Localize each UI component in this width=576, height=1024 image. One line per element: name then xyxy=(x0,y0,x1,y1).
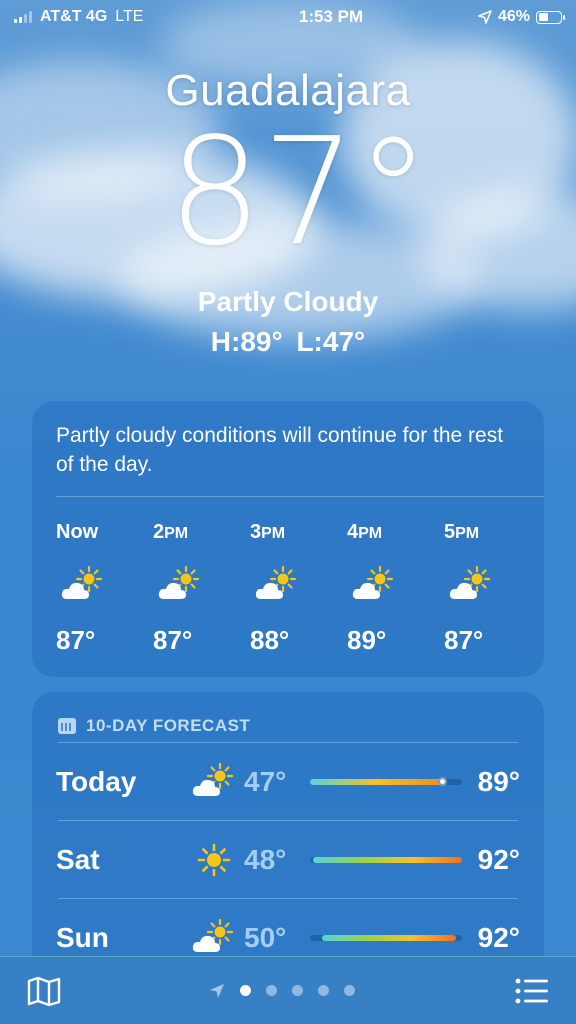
forecast-row[interactable]: Sat 48° 92° xyxy=(32,821,544,898)
divider xyxy=(56,496,544,497)
calendar-icon xyxy=(58,718,76,734)
bottom-toolbar xyxy=(0,956,576,1024)
page-dot[interactable] xyxy=(266,985,277,996)
partly-sunny-icon xyxy=(156,565,204,605)
hour-temperature: 89° xyxy=(347,625,387,655)
forecast-low: 50° xyxy=(244,921,287,953)
hour-time: Now xyxy=(56,521,99,543)
partly-sunny-icon xyxy=(190,762,238,802)
partly-sunny-icon xyxy=(350,565,398,605)
hour-time: 3 xyxy=(250,521,262,543)
conditions-summary: Partly cloudy conditions will continue f… xyxy=(56,424,504,476)
hour-label: 4PM xyxy=(347,521,382,545)
hour-item: 2PM 87° xyxy=(153,521,250,656)
hour-item: 4PM 89° xyxy=(347,521,444,656)
partly-sunny-icon xyxy=(253,565,301,605)
forecast-high: 89° xyxy=(477,765,520,797)
high-low-temperature: H:89° L:47° xyxy=(210,326,366,357)
sun-icon xyxy=(190,840,238,880)
forecast-header: 10-DAY FORECAST xyxy=(32,692,544,742)
hour-temperature: 88° xyxy=(250,625,290,655)
current-temperature-dot xyxy=(438,776,448,786)
current-temperature: 87° xyxy=(167,106,431,278)
forecast-day: Today xyxy=(56,765,137,797)
hour-item: 3PM 88° xyxy=(250,521,347,656)
forecast-rows: Today 47° 89° Sat 48° 92° Sun 50° 92° xyxy=(32,743,544,976)
forecast-low: 48° xyxy=(244,843,287,875)
forecast-low: 47° xyxy=(244,765,287,797)
hour-ampm: PM xyxy=(261,525,286,542)
battery-percent: 46% xyxy=(497,8,530,25)
forecast-day: Sun xyxy=(56,921,109,953)
hour-time: 5 xyxy=(444,521,456,543)
partly-sunny-icon xyxy=(190,918,238,958)
page-dot[interactable] xyxy=(318,985,329,996)
condition-text: Partly Cloudy xyxy=(197,286,379,317)
hour-temperature: 87° xyxy=(444,625,484,655)
hour-ampm: PM xyxy=(358,525,383,542)
page-dot[interactable] xyxy=(292,985,303,996)
hourly-list[interactable]: Now 87° 2PM 87° 3PM 88° 4PM 89° 5PM 87° xyxy=(32,521,544,656)
list-icon xyxy=(515,978,548,1003)
city-list-button[interactable] xyxy=(512,971,552,1011)
forecast-high: 92° xyxy=(477,921,520,953)
cellular-signal-icon xyxy=(14,11,32,23)
hour-label: 5PM xyxy=(444,521,479,545)
battery-level xyxy=(538,13,549,21)
partly-sunny-icon xyxy=(59,565,107,605)
page-dot[interactable] xyxy=(240,985,251,996)
forecast-day: Sat xyxy=(56,843,100,875)
battery-icon xyxy=(536,10,565,24)
hour-label: 2PM xyxy=(153,521,188,545)
hour-label: 3PM xyxy=(250,521,285,545)
hourly-forecast-card[interactable]: Partly cloudy conditions will continue f… xyxy=(32,401,544,677)
status-bar: AT&T 4G LTE 1:53 PM 46% xyxy=(0,0,576,34)
hour-time: 2 xyxy=(153,521,165,543)
temperature-range-bar xyxy=(310,856,462,863)
forecast-high: 92° xyxy=(477,843,520,875)
temperature-range-bar xyxy=(310,934,462,941)
location-services-icon xyxy=(478,10,492,24)
page-dot[interactable] xyxy=(344,985,355,996)
hour-item: 5PM 87° xyxy=(444,521,541,656)
status-time: 1:53 PM xyxy=(298,7,364,26)
hour-ampm: PM xyxy=(455,525,480,542)
page-indicator[interactable] xyxy=(52,983,512,999)
temperature-range-bar xyxy=(310,776,462,786)
carrier-label: AT&T 4G xyxy=(40,8,108,25)
forecast-header-label: 10-DAY FORECAST xyxy=(86,716,251,735)
hour-ampm: PM xyxy=(164,525,189,542)
hour-label: Now xyxy=(56,521,98,545)
location-arrow-icon[interactable] xyxy=(209,983,225,999)
current-conditions: Guadalajara 87° Partly Cloudy H:89° L:47… xyxy=(0,66,576,358)
network-label: LTE xyxy=(115,8,144,25)
hour-temperature: 87° xyxy=(153,625,193,655)
temperature-range-fill xyxy=(310,778,443,785)
hour-time: 4 xyxy=(347,521,359,543)
temperature-range-fill xyxy=(313,856,462,863)
forecast-row[interactable]: Today 47° 89° xyxy=(32,743,544,820)
hour-temperature: 87° xyxy=(56,625,96,655)
partly-sunny-icon xyxy=(447,565,495,605)
temperature-range-fill xyxy=(322,934,456,941)
hour-item: Now 87° xyxy=(56,521,153,656)
ten-day-forecast-card[interactable]: 10-DAY FORECAST Today 47° 89° Sat 48° 92° Sun… xyxy=(32,692,544,982)
